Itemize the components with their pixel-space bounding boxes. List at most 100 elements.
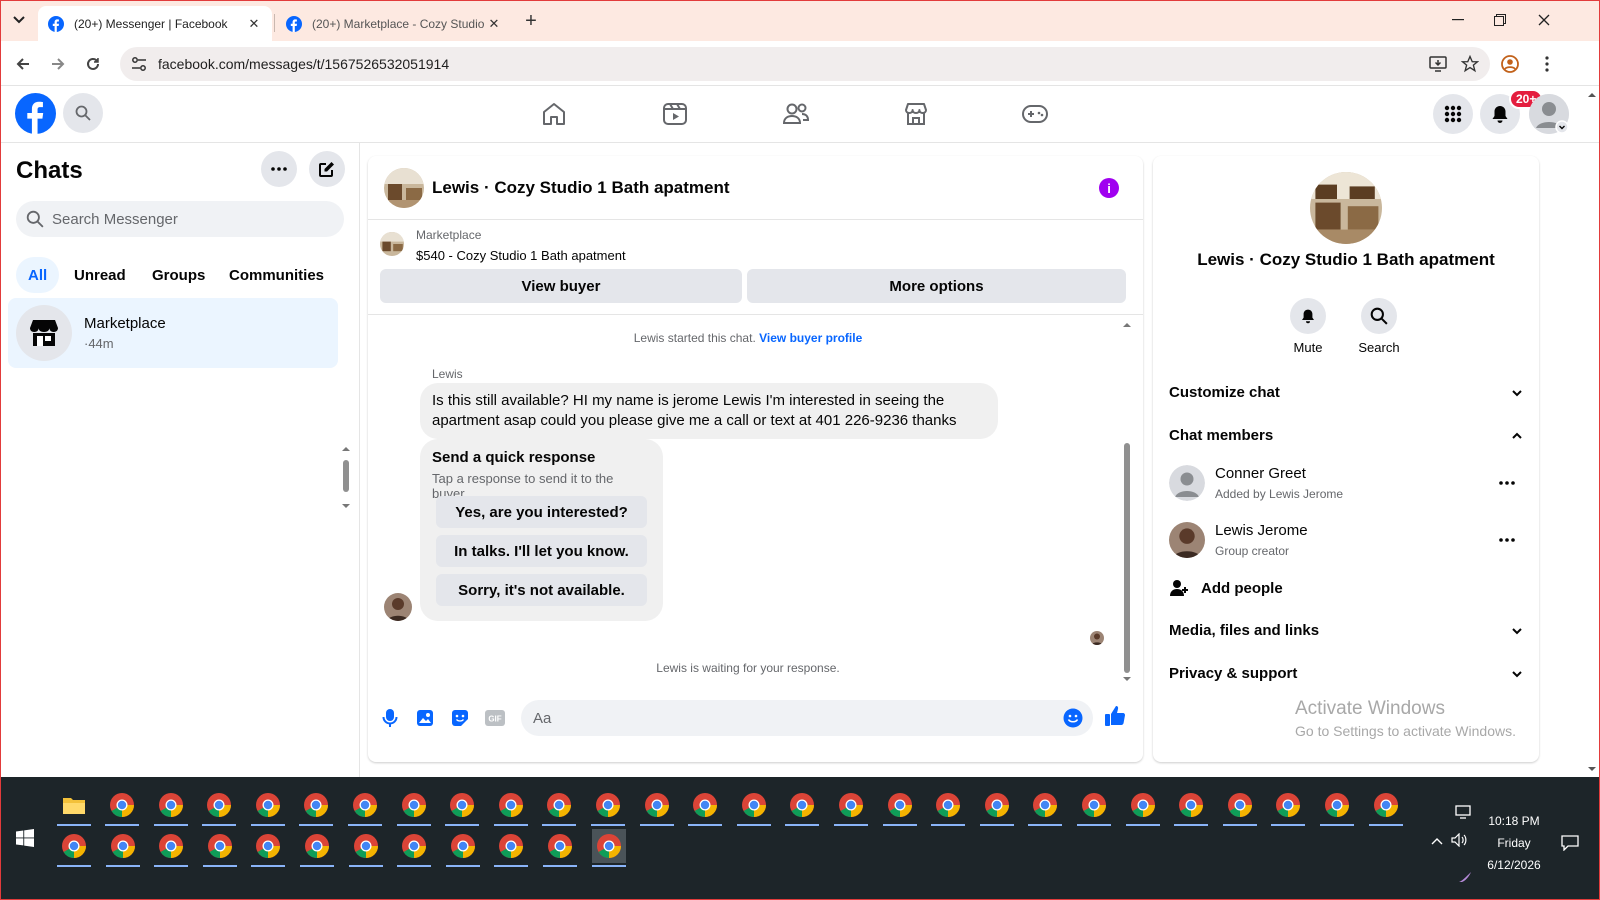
taskbar-app-icon[interactable]: [1174, 788, 1209, 826]
taskbar-app-icon[interactable]: [688, 788, 723, 826]
filter-all[interactable]: All: [16, 257, 60, 293]
search-messenger[interactable]: [16, 201, 344, 237]
bookmark-button[interactable]: [1458, 52, 1482, 76]
sticker-button[interactable]: [449, 707, 471, 729]
volume-button[interactable]: [1451, 833, 1467, 847]
taskbar-app-icon[interactable]: [494, 829, 529, 867]
taskbar-app-icon[interactable]: [834, 788, 868, 826]
send-like-button[interactable]: [1104, 705, 1126, 727]
taskbar-app-icon[interactable]: [1125, 788, 1160, 826]
taskbar-app-icon[interactable]: [785, 788, 820, 826]
taskbar-app-icon[interactable]: [202, 829, 237, 867]
taskbar-app-icon[interactable]: [57, 788, 91, 826]
taskbar-app-icon[interactable]: [493, 788, 528, 826]
taskbar-app-icon[interactable]: [105, 788, 139, 826]
install-app-button[interactable]: [1426, 52, 1450, 76]
search-conversation-button[interactable]: Search: [1358, 298, 1400, 355]
member-row[interactable]: Conner Greet Added by Lewis Jerome: [1169, 461, 1523, 505]
close-window-button[interactable]: [1532, 9, 1556, 31]
member-options-button[interactable]: [1499, 481, 1515, 485]
address-bar[interactable]: facebook.com/messages/t/1567526532051914: [120, 47, 1490, 81]
voice-clip-button[interactable]: [379, 707, 401, 729]
mute-button[interactable]: Mute: [1288, 298, 1328, 355]
close-tab-icon[interactable]: ✕: [486, 16, 502, 32]
chat-list-scrollbar[interactable]: [340, 446, 352, 512]
facebook-search-button[interactable]: [63, 93, 103, 133]
tab-search-button[interactable]: [8, 9, 30, 31]
taskbar-app-icon[interactable]: [153, 788, 188, 826]
minimize-button[interactable]: [1446, 9, 1470, 31]
tray-chevron[interactable]: [1431, 837, 1443, 845]
filter-groups[interactable]: Groups: [140, 257, 217, 293]
taskbar-app-icon[interactable]: [202, 788, 237, 826]
nav-friends[interactable]: [780, 98, 812, 130]
media-section[interactable]: Media, files and links: [1169, 622, 1523, 639]
thread-scrollbar[interactable]: [1120, 319, 1134, 685]
start-button[interactable]: [16, 829, 34, 847]
taskbar-app-icon[interactable]: [931, 788, 966, 826]
gif-button[interactable]: GIF: [484, 707, 506, 729]
chats-options-button[interactable]: [261, 151, 297, 187]
new-message-button[interactable]: [309, 151, 345, 187]
taskbar-app-icon[interactable]: [154, 829, 189, 867]
chat-list-item[interactable]: Marketplace ·44m: [8, 298, 338, 368]
emoji-button[interactable]: [1063, 708, 1083, 728]
taskbar-app-icon[interactable]: [882, 788, 917, 826]
restore-button[interactable]: [1488, 9, 1512, 31]
quick-reply-not-available[interactable]: Sorry, it's not available.: [436, 574, 647, 606]
taskbar-app-icon[interactable]: [348, 829, 383, 867]
taskbar-app-icon[interactable]: [105, 829, 140, 867]
search-messenger-input[interactable]: [52, 210, 332, 228]
chat-members-section[interactable]: Chat members: [1169, 427, 1523, 444]
nav-marketplace[interactable]: [900, 98, 932, 130]
quick-reply-interested[interactable]: Yes, are you interested?: [436, 496, 647, 528]
new-tab-button[interactable]: +: [520, 10, 542, 32]
tab-marketplace[interactable]: (20+) Marketplace - Cozy Studio 1 Bath a…: [276, 6, 512, 41]
account-button[interactable]: [1529, 94, 1569, 134]
nav-gaming[interactable]: [1019, 98, 1051, 130]
pen-icon[interactable]: [1458, 871, 1472, 883]
nav-video[interactable]: [659, 98, 691, 130]
taskbar-app-icon[interactable]: [397, 829, 432, 867]
site-info-button[interactable]: [124, 49, 154, 79]
forward-button[interactable]: [45, 51, 71, 77]
action-center-button[interactable]: [1561, 835, 1579, 851]
taskbar-app-icon[interactable]: [591, 788, 625, 826]
taskbar-app-icon[interactable]: [250, 788, 285, 826]
conversation-avatar[interactable]: [1310, 172, 1382, 244]
taskbar-app-icon[interactable]: [445, 788, 480, 826]
taskbar-app-icon[interactable]: [1222, 788, 1257, 826]
customize-chat-section[interactable]: Customize chat: [1169, 384, 1523, 401]
conversation-info-button[interactable]: i: [1099, 178, 1119, 198]
taskbar-app-icon[interactable]: [1320, 788, 1354, 826]
profile-button[interactable]: [1497, 51, 1523, 77]
taskbar-app-icon[interactable]: [591, 829, 626, 867]
menu-button[interactable]: [1433, 94, 1473, 134]
taskbar-app-icon[interactable]: [1271, 788, 1306, 826]
marketplace-listing-banner[interactable]: Marketplace $540 - Cozy Studio 1 Bath ap…: [380, 228, 626, 263]
taskbar-app-icon[interactable]: [979, 788, 1014, 826]
buyer-avatar[interactable]: [384, 593, 412, 621]
more-options-button[interactable]: More options: [747, 269, 1126, 303]
quick-reply-in-talks[interactable]: In talks. I'll let you know.: [436, 535, 647, 567]
tab-messenger[interactable]: (20+) Messenger | Facebook ✕: [38, 6, 272, 41]
taskbar-app-icon[interactable]: [1077, 788, 1111, 826]
facebook-logo[interactable]: [15, 93, 56, 134]
filter-unread[interactable]: Unread: [62, 257, 138, 293]
add-people-button[interactable]: Add people: [1169, 578, 1283, 598]
page-scrollbar[interactable]: [1584, 87, 1600, 777]
listing-avatar[interactable]: [384, 167, 424, 208]
view-buyer-button[interactable]: View buyer: [380, 269, 742, 303]
clock-time[interactable]: 10:18 PM: [1484, 814, 1544, 828]
taskbar-app-icon[interactable]: [396, 788, 431, 826]
taskbar-app-icon[interactable]: [543, 829, 577, 867]
taskbar-app-icon[interactable]: [57, 829, 91, 867]
filter-communities[interactable]: Communities: [217, 257, 336, 293]
view-buyer-profile-link[interactable]: View buyer profile: [759, 331, 862, 345]
clock-date[interactable]: 6/12/2026: [1479, 858, 1549, 872]
back-button[interactable]: [10, 51, 36, 77]
taskbar-app-icon[interactable]: [1028, 788, 1063, 826]
reload-button[interactable]: [80, 51, 106, 77]
taskbar-app-icon[interactable]: [299, 788, 334, 826]
tray-action-icon[interactable]: [1455, 805, 1471, 819]
